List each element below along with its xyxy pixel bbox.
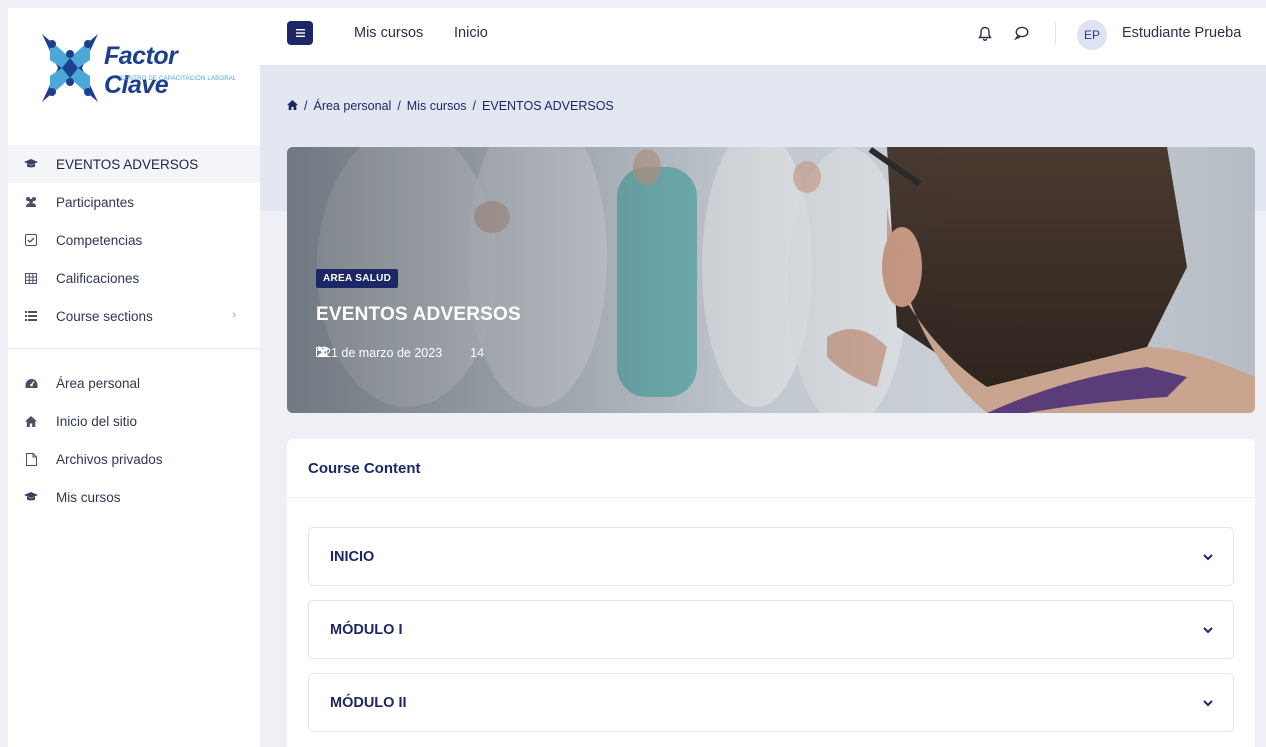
section-title: MÓDULO I	[330, 622, 403, 638]
sidebar-divider	[8, 348, 260, 349]
graduation-cap-icon	[24, 490, 38, 504]
sidebar-item-area-personal[interactable]: Área personal	[8, 364, 260, 402]
participant-count: 14	[470, 346, 485, 360]
site-nav: Área personal Inicio del sitio Archivos …	[8, 364, 260, 516]
nav-link-mis-cursos[interactable]: Mis cursos	[354, 25, 423, 41]
sidebar-item-label: Course sections	[56, 308, 153, 324]
chevron-down-icon[interactable]	[1201, 696, 1215, 710]
sidebar-item-course-sections[interactable]: Course sections ›	[8, 297, 260, 335]
course-date: 21 de marzo de 2023	[324, 346, 443, 360]
sidebar-item-mis-cursos[interactable]: Mis cursos	[8, 478, 260, 516]
breadcrumb-separator: /	[472, 99, 477, 113]
course-section-modulo-1[interactable]: MÓDULO I	[308, 600, 1234, 659]
hero-overlay	[287, 147, 1255, 413]
sidebar-item-course[interactable]: EVENTOS ADVERSOS	[8, 145, 260, 183]
graduation-cap-icon	[24, 157, 38, 171]
course-title: EVENTOS ADVERSOS	[316, 304, 521, 325]
breadcrumb-item[interactable]: Mis cursos	[407, 99, 467, 113]
sidebar-item-inicio-del-sitio[interactable]: Inicio del sitio	[8, 402, 260, 440]
breadcrumb-item[interactable]: EVENTOS ADVERSOS	[482, 99, 614, 113]
sidebar-item-archivos-privados[interactable]: Archivos privados	[8, 440, 260, 478]
sidebar-item-label: Archivos privados	[56, 451, 163, 467]
logo-text: Factor Clave	[104, 42, 178, 99]
home-icon	[24, 414, 38, 428]
user-name[interactable]: Estudiante Prueba	[1122, 25, 1241, 41]
course-meta: 21 de marzo de 2023 14	[316, 346, 484, 360]
sidebar-item-label: Área personal	[56, 375, 141, 391]
topbar-separator	[1055, 22, 1056, 44]
sidebar-item-label: Calificaciones	[56, 270, 140, 286]
list-icon	[24, 309, 38, 323]
course-nav: EVENTOS ADVERSOS Participantes Competenc…	[8, 145, 260, 335]
section-title: INICIO	[330, 549, 375, 565]
chevron-down-icon[interactable]	[1201, 550, 1215, 564]
chevron-right-icon[interactable]: ›	[232, 309, 236, 321]
breadcrumb-separator: /	[304, 99, 308, 113]
home-icon[interactable]	[287, 99, 298, 113]
hamburger-icon[interactable]	[287, 21, 313, 45]
sidebar-item-participantes[interactable]: Participantes	[8, 183, 260, 221]
breadcrumb-separator: /	[397, 99, 401, 113]
factor-clave-logo[interactable]: Factor Clave CENTRO DE CAPACITACIÓN LABO…	[36, 26, 246, 116]
top-navbar: Mis cursos Inicio EP Estudiante Prueba	[260, 8, 1266, 66]
chevron-down-icon[interactable]	[1201, 623, 1215, 637]
sidebar-item-label: Mis cursos	[56, 489, 121, 505]
file-icon	[24, 452, 38, 466]
course-content-card: Course Content INICIO MÓDULO I MÓDULO II	[287, 439, 1255, 747]
users-icon	[24, 195, 38, 209]
chat-bubble-icon[interactable]	[1012, 24, 1030, 42]
sidebar-item-label: EVENTOS ADVERSOS	[56, 156, 199, 172]
dashboard-icon	[24, 376, 38, 390]
course-hero-banner: AREA SALUD EVENTOS ADVERSOS 21 de marzo …	[287, 147, 1255, 413]
sidebar-item-label: Competencias	[56, 232, 143, 248]
sidebar-item-label: Inicio del sitio	[56, 413, 138, 429]
nav-link-inicio[interactable]: Inicio	[454, 25, 488, 41]
card-divider	[287, 497, 1255, 498]
logo-tagline: CENTRO DE CAPACITACIÓN LABORAL	[120, 76, 237, 82]
sidebar-item-competencias[interactable]: Competencias	[8, 221, 260, 259]
sidebar-item-calificaciones[interactable]: Calificaciones	[8, 259, 260, 297]
table-icon	[24, 271, 38, 285]
sidebar: Factor Clave CENTRO DE CAPACITACIÓN LABO…	[8, 8, 260, 747]
breadcrumb-item[interactable]: Área personal	[313, 99, 391, 113]
sidebar-item-label: Participantes	[56, 194, 135, 210]
course-content-title: Course Content	[308, 460, 421, 477]
logo-emblem-icon	[42, 34, 98, 102]
course-section-inicio[interactable]: INICIO	[308, 527, 1234, 586]
course-section-modulo-2[interactable]: MÓDULO II	[308, 673, 1234, 732]
category-badge: AREA SALUD	[316, 269, 399, 288]
section-title: MÓDULO II	[330, 695, 407, 711]
avatar[interactable]: EP	[1077, 20, 1107, 50]
breadcrumb: / Área personal / Mis cursos / EVENTOS A…	[287, 99, 614, 113]
bell-icon[interactable]	[976, 24, 994, 42]
checkbox-icon	[24, 233, 38, 247]
